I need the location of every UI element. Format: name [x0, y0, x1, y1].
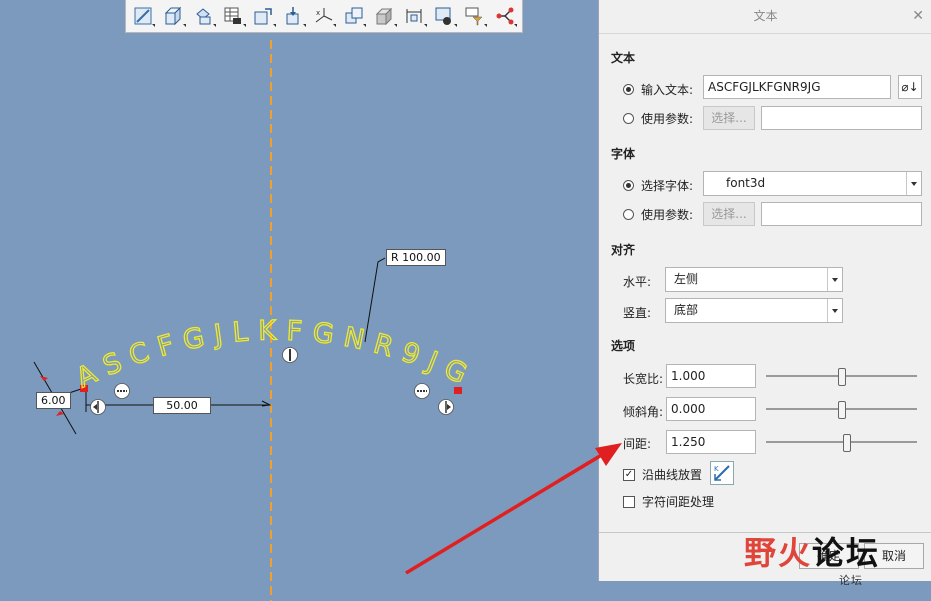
- vertical-select-value: 底部: [674, 303, 699, 317]
- select-font-label: 选择字体:: [641, 179, 694, 193]
- sketch-plane-icon[interactable]: [130, 3, 156, 29]
- aspect-ratio-slider[interactable]: [766, 368, 917, 386]
- input-text-radio[interactable]: [623, 84, 634, 95]
- font-param-field[interactable]: [761, 202, 922, 226]
- watermark-part2: 论坛: [812, 534, 881, 572]
- horizontal-select[interactable]: 左侧: [665, 267, 843, 292]
- annotation-arrow-line: [405, 454, 600, 575]
- left-minus-handle[interactable]: [114, 383, 130, 399]
- spacing-field[interactable]: 1.250: [666, 430, 756, 454]
- text-param-select-button[interactable]: 选择...: [703, 106, 755, 130]
- vertical-label: 竖直:: [623, 306, 652, 320]
- char-spacing-checkbox[interactable]: [623, 495, 635, 508]
- aspect-ratio-label: 长宽比:: [623, 372, 664, 386]
- height-dimension-label[interactable]: 6.00: [36, 392, 71, 409]
- dimension-icon[interactable]: [401, 3, 428, 29]
- view-icon[interactable]: [432, 3, 458, 29]
- watermark-sub: 论坛: [839, 574, 863, 587]
- move-icon[interactable]: [251, 3, 277, 29]
- text-dialog: 文本 ✕ 文本 输入文本: ASCFGJLKFGNR9JG ⌀↓ 使用参数: 选…: [598, 0, 931, 581]
- center-handle[interactable]: [282, 347, 298, 363]
- chevron-down-icon: [906, 172, 921, 195]
- spacing-label: 间距:: [623, 437, 652, 451]
- symbol-icon: ⌀↓: [901, 80, 919, 94]
- box-icon[interactable]: [160, 3, 186, 29]
- offset-dimension-label[interactable]: 50.00: [153, 397, 211, 414]
- slant-angle-field[interactable]: 0.000: [666, 397, 756, 421]
- text-use-param-radio[interactable]: [623, 113, 634, 124]
- dialog-header: 文本 ✕: [599, 0, 931, 34]
- section-align-heading: 对齐: [611, 243, 636, 257]
- copy-icon[interactable]: [341, 3, 367, 29]
- font-param-select-button[interactable]: 选择...: [703, 202, 755, 226]
- chevron-down-icon: [827, 299, 842, 322]
- model-canvas[interactable]: ASCFGJLKFGNR9JG: [0, 0, 600, 601]
- close-icon[interactable]: ✕: [912, 0, 924, 33]
- text-symbol-button[interactable]: ⌀↓: [898, 75, 922, 99]
- radius-dimension-label[interactable]: R 100.00: [386, 249, 446, 266]
- aspect-ratio-thumb[interactable]: [838, 368, 846, 386]
- spacing-slider[interactable]: [766, 434, 917, 452]
- chevron-down-icon: [827, 268, 842, 291]
- graphics-toolbar: x: [125, 0, 523, 33]
- text-use-param-label: 使用参数:: [641, 112, 694, 126]
- left-move-handle[interactable]: [90, 399, 106, 415]
- forum-watermark: 野火论坛 论坛: [744, 528, 881, 587]
- height-arrow-top: [40, 376, 48, 381]
- along-curve-label: 沿曲线放置: [642, 468, 703, 482]
- shapes-icon[interactable]: [190, 3, 217, 29]
- font-select-value: font3d: [726, 176, 766, 190]
- svg-text:K: K: [714, 465, 719, 473]
- section-options-heading: 选项: [611, 339, 636, 353]
- flip-direction-icon: K: [714, 465, 730, 481]
- watermark-part1: 野火: [744, 534, 813, 572]
- branch-icon[interactable]: [492, 3, 518, 29]
- text-param-field[interactable]: [761, 106, 922, 130]
- font-select[interactable]: font3d: [703, 171, 922, 196]
- font-use-param-label: 使用参数:: [641, 208, 694, 222]
- spacing-thumb[interactable]: [843, 434, 851, 452]
- section-font-heading: 字体: [611, 147, 636, 161]
- horizontal-select-value: 左侧: [674, 272, 699, 286]
- svg-text:x: x: [316, 9, 320, 17]
- slant-angle-label: 倾斜角:: [623, 405, 664, 419]
- checkmark-icon: ✓: [624, 468, 634, 480]
- select-font-radio[interactable]: [623, 180, 634, 191]
- section-text-heading: 文本: [611, 51, 636, 65]
- xyz-icon[interactable]: x: [311, 3, 337, 29]
- along-curve-checkbox[interactable]: ✓: [623, 468, 635, 481]
- horizontal-label: 水平:: [623, 275, 652, 289]
- right-minus-handle[interactable]: [414, 383, 430, 399]
- filter-icon[interactable]: [462, 3, 488, 29]
- slant-angle-thumb[interactable]: [838, 401, 846, 419]
- font-use-param-radio[interactable]: [623, 209, 634, 220]
- solid-icon[interactable]: [371, 3, 397, 29]
- input-text-label: 输入文本:: [641, 83, 694, 97]
- slant-angle-slider[interactable]: [766, 401, 917, 419]
- char-spacing-label: 字符间距处理: [642, 495, 715, 509]
- flip-direction-button[interactable]: K: [710, 461, 734, 485]
- aspect-ratio-field[interactable]: 1.000: [666, 364, 756, 388]
- mirror-icon[interactable]: [281, 3, 307, 29]
- table-camera-icon[interactable]: [220, 3, 247, 29]
- dialog-title: 文本: [753, 9, 778, 23]
- input-text-field[interactable]: ASCFGJLKFGNR9JG: [703, 75, 891, 99]
- vertical-select[interactable]: 底部: [665, 298, 843, 323]
- right-move-handle[interactable]: [438, 399, 454, 415]
